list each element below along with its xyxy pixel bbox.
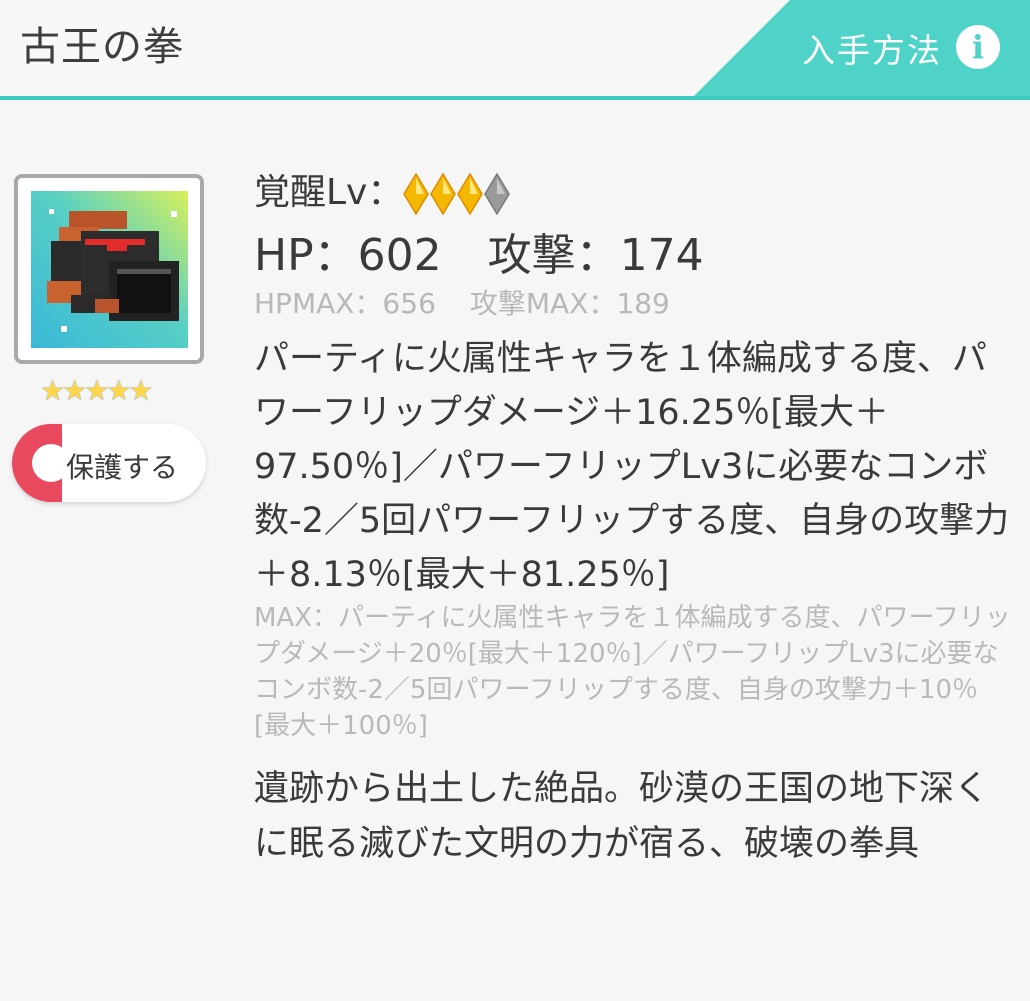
max-stats-row: HPMAX：656 攻撃MAX：189 [254, 284, 1014, 328]
awaken-gem-filled-icon [457, 173, 484, 215]
hp-max-value: HPMAX：656 [254, 287, 436, 320]
fist-gauntlet-icon [31, 191, 188, 348]
awaken-gem-filled-icon [403, 173, 430, 215]
stats-panel: 覚醒Lv： HP：602 攻撃：174 HPMAX：656 攻撃MAX：189 パー… [254, 168, 1014, 872]
skill-max-text: MAX：パーティに火属性キャラを１体編成する度、パワーフリップダメージ＋20％[… [254, 603, 1011, 741]
item-icon-frame [14, 174, 204, 364]
page-title: 古王の拳 [20, 24, 184, 70]
lock-toggle-icon [12, 424, 70, 502]
rarity-stars: ★★★★★ [40, 374, 154, 407]
hp-value: HP：602 [254, 230, 442, 281]
item-description: 遺跡から出土した絶品。砂漠の王国の地下深くに眠る滅びた文明の力が宿る、破壊の拳具 [254, 769, 990, 864]
acquisition-method-label: 入手方法 [802, 31, 942, 70]
info-icon: i [956, 25, 1000, 69]
main-stats-row: HP：602 攻撃：174 [254, 228, 1014, 284]
awaken-gems [403, 172, 511, 215]
protect-label: 保護する [66, 451, 179, 484]
attack-max-value: 攻撃MAX：189 [469, 287, 670, 320]
skill-text: パーティに火属性キャラを１体編成する度、パワーフリップダメージ＋16.25％[最… [254, 339, 1010, 595]
attack-value: 攻撃：174 [487, 230, 704, 281]
awaken-label: 覚醒Lv： [254, 172, 404, 213]
awaken-gem-empty-icon [484, 173, 511, 215]
header-bar: 古王の拳 入手方法 i [0, 0, 1030, 100]
awaken-level-row: 覚醒Lv： [254, 168, 1014, 228]
awaken-gem-filled-icon [430, 173, 457, 215]
acquisition-method-button[interactable]: 入手方法 i [694, 0, 1030, 96]
protect-button[interactable]: 保護する [12, 424, 206, 502]
